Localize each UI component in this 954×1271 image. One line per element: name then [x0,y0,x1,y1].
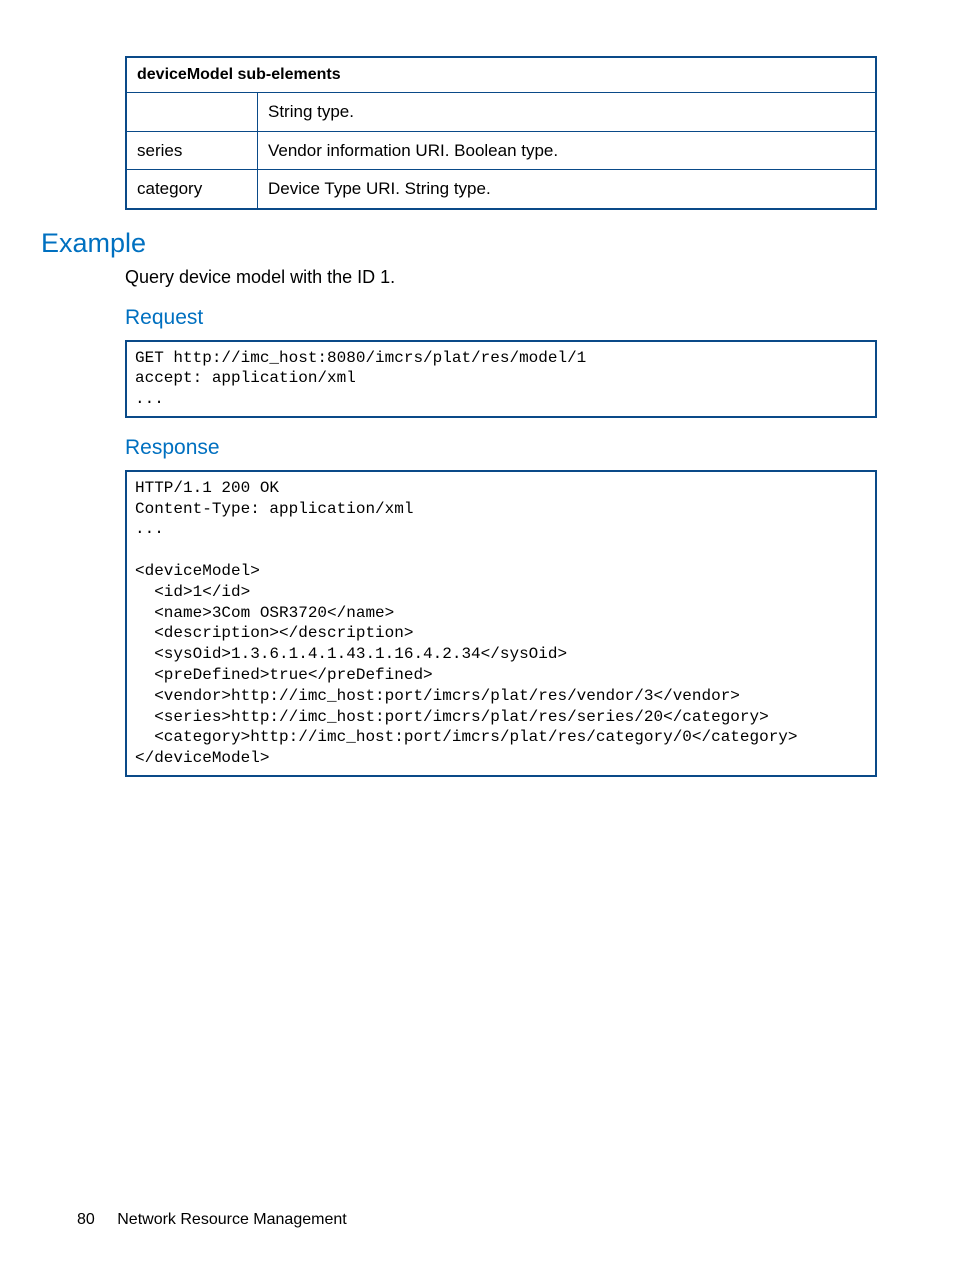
example-description: Query device model with the ID 1. [125,267,877,288]
table-key: category [126,170,258,209]
table-row: series Vendor information URI. Boolean t… [126,131,876,170]
table-val: String type. [258,93,877,132]
example-heading: Example [41,228,877,259]
request-code-block: GET http://imc_host:8080/imcrs/plat/res/… [125,340,877,418]
page-footer: 80 Network Resource Management [77,1211,347,1229]
table-row: category Device Type URI. String type. [126,170,876,209]
table-row: String type. [126,93,876,132]
table-key: series [126,131,258,170]
response-code-block: HTTP/1.1 200 OK Content-Type: applicatio… [125,470,877,777]
request-heading: Request [125,306,877,330]
section-title: Network Resource Management [117,1211,346,1228]
table-header: deviceModel sub-elements [126,57,876,93]
table-val: Vendor information URI. Boolean type. [258,131,877,170]
page-number: 80 [77,1211,95,1228]
table-key [126,93,258,132]
response-heading: Response [125,436,877,460]
devicemodel-subelements-table: deviceModel sub-elements String type. se… [125,56,877,210]
table-val: Device Type URI. String type. [258,170,877,209]
